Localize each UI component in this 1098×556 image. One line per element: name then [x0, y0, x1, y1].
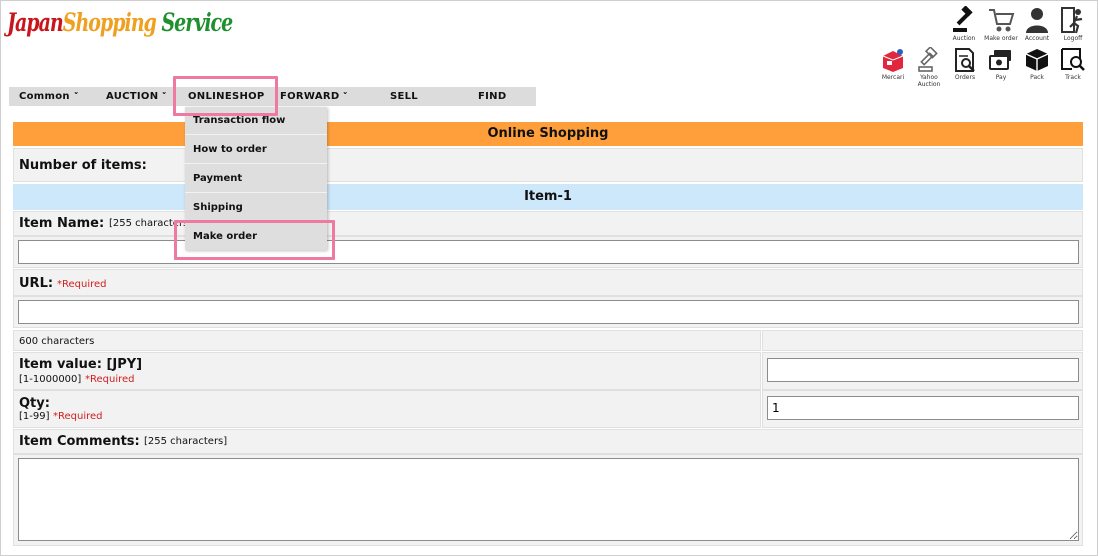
orders-link[interactable]: Orders: [947, 47, 983, 81]
mercari-icon: [882, 49, 904, 72]
item-value-range: [1-1000000]: [19, 374, 82, 385]
gavel-icon: [953, 6, 973, 32]
url-chars-row: 600 characters: [13, 330, 761, 351]
user-icon: [1026, 8, 1048, 33]
main-nav: [9, 87, 536, 106]
item-value-required: *Required: [85, 374, 135, 385]
dropdown-item-make-order[interactable]: Make order: [185, 223, 327, 251]
nav-onlineshop-label: ONLINESHOP: [188, 91, 265, 102]
make-order-link[interactable]: Make order: [983, 6, 1019, 42]
logoff-label: Logoff: [1063, 35, 1083, 42]
orders-search-icon: [955, 48, 975, 72]
logo-service: Service: [161, 8, 233, 38]
chevron-down-icon: ˅: [73, 92, 80, 102]
item-name-row: Item Name: [255 characters]: [13, 211, 1083, 236]
account-label: Account: [1024, 35, 1050, 42]
item-value-label: Item value: [JPY]: [19, 357, 143, 372]
item-name-label: Item Name:: [19, 216, 105, 231]
url-input[interactable]: [18, 300, 1079, 324]
chevron-down-icon: ˅: [161, 92, 168, 102]
item-name-input[interactable]: [18, 240, 1079, 264]
logoff-icon: [1061, 7, 1083, 34]
number-of-items-label: Number of items:: [19, 158, 147, 173]
site-logo[interactable]: JapanShopping Service: [7, 8, 233, 38]
item-value-row: Item value: [JPY] [1-1000000] *Required: [13, 352, 761, 390]
yahoo-gavel-icon: [918, 47, 938, 72]
item-value-input[interactable]: [767, 358, 1079, 382]
make-order-label: Make order: [984, 35, 1018, 42]
qty-label: Qty:: [19, 396, 50, 411]
comments-textarea[interactable]: [18, 458, 1079, 541]
pay-label: Pay: [995, 74, 1007, 81]
nav-forward-label: FORWARD: [280, 91, 340, 102]
nav-common-label: Common: [19, 91, 70, 102]
pack-link[interactable]: Pack: [1019, 47, 1055, 81]
nav-sell-label: SELL: [390, 91, 418, 102]
dropdown-item-how-to-order[interactable]: How to order: [185, 136, 327, 164]
url-chars-blank: [762, 330, 1083, 351]
section-header: Online Shopping: [13, 122, 1083, 146]
auction-link[interactable]: Auction: [946, 6, 982, 42]
account-link[interactable]: Account: [1019, 6, 1055, 42]
nav-common[interactable]: Common ˅: [19, 87, 79, 106]
url-row: URL: *Required: [13, 269, 1083, 296]
yahoo-auction-label: Yahoo Auction: [917, 74, 941, 88]
qty-input[interactable]: [767, 396, 1079, 420]
orders-label: Orders: [954, 74, 976, 81]
dropdown-item-payment[interactable]: Payment: [185, 165, 327, 193]
pay-icon: [989, 50, 1011, 70]
url-chars-text: 600 characters: [19, 336, 95, 347]
item-header: Item-1: [13, 184, 1083, 210]
url-label: URL:: [19, 276, 54, 291]
auction-label: Auction: [952, 35, 976, 42]
nav-find-label: FIND: [478, 91, 507, 102]
box-icon: [1025, 49, 1049, 71]
cart-icon: [989, 9, 1015, 32]
nav-find[interactable]: FIND: [478, 87, 506, 106]
yahoo-auction-link[interactable]: Yahoo Auction: [911, 47, 947, 88]
mercari-link[interactable]: Mercari: [875, 47, 911, 81]
qty-required: *Required: [53, 411, 103, 422]
nav-sell[interactable]: SELL: [390, 87, 418, 106]
nav-auction[interactable]: AUCTION ˅: [106, 87, 168, 106]
onlineshop-dropdown: Transaction flow How to order Payment Sh…: [185, 107, 327, 250]
url-required: *Required: [57, 279, 107, 290]
logoff-link[interactable]: Logoff: [1055, 6, 1091, 42]
comments-hint: [255 characters]: [144, 436, 228, 447]
logo-japan: Japan: [7, 8, 64, 38]
nav-onlineshop[interactable]: ONLINESHOP: [188, 87, 265, 106]
qty-row: Qty: [1-99] *Required: [13, 390, 761, 428]
track-label: Track: [1065, 74, 1081, 81]
comments-label: Item Comments:: [19, 434, 140, 449]
logo-shopping: Shopping: [62, 8, 157, 38]
nav-auction-label: AUCTION: [106, 91, 159, 102]
dropdown-item-shipping[interactable]: Shipping: [185, 194, 327, 222]
pay-link[interactable]: Pay: [983, 47, 1019, 81]
comments-row: Item Comments: [255 characters]: [13, 429, 1083, 454]
number-of-items-row: Number of items:: [13, 148, 1083, 182]
qty-range: [1-99]: [19, 411, 50, 422]
chevron-down-icon: ˅: [342, 92, 350, 102]
dropdown-item-transaction-flow[interactable]: Transaction flow: [185, 107, 327, 135]
track-link[interactable]: Track: [1055, 47, 1091, 81]
mercari-label: Mercari: [881, 74, 905, 81]
nav-forward[interactable]: FORWARD ˅: [280, 87, 350, 106]
pack-label: Pack: [1030, 74, 1044, 81]
track-search-icon: [1061, 48, 1085, 71]
item-name-hint: [255 characters]: [109, 218, 193, 229]
